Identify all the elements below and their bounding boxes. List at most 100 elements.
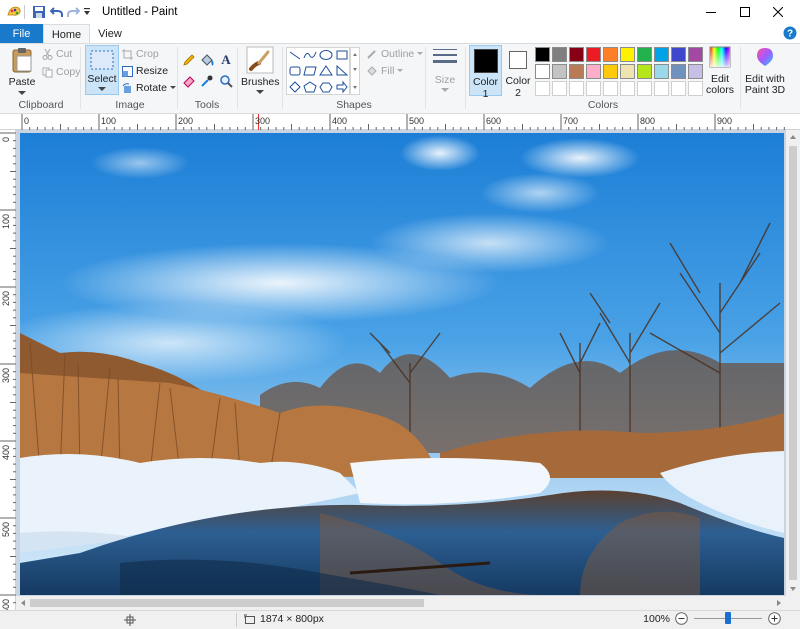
eraser-tool[interactable]	[182, 74, 196, 88]
rotate-icon	[122, 82, 131, 93]
scrollbar-track-icon	[789, 135, 797, 591]
custom-color-slot[interactable]	[654, 81, 669, 96]
zoom-in-button[interactable]	[768, 612, 781, 625]
paste-button[interactable]: Paste	[6, 46, 38, 96]
color-swatch[interactable]	[654, 64, 669, 79]
svg-text:?: ?	[787, 29, 793, 40]
close-button[interactable]	[756, 0, 800, 24]
paint3d-label-2: Paint 3D	[744, 84, 786, 96]
color-swatch[interactable]	[671, 64, 686, 79]
ruler-label: 0	[24, 116, 30, 126]
color-swatch[interactable]	[637, 47, 652, 62]
color-swatch[interactable]	[569, 64, 584, 79]
custom-color-slot[interactable]	[620, 81, 635, 96]
select-button[interactable]: Select	[85, 45, 119, 95]
custom-color-slot[interactable]	[688, 81, 703, 96]
color-swatch[interactable]	[654, 47, 669, 62]
tab-file[interactable]: File	[0, 24, 43, 43]
group-separator	[465, 47, 466, 109]
resize-label: Resize	[136, 65, 169, 77]
color-swatch[interactable]	[586, 64, 601, 79]
zoom-out-button[interactable]	[675, 612, 688, 625]
canvas-image[interactable]	[20, 133, 784, 595]
redo-icon[interactable]	[66, 5, 80, 19]
vertical-scrollbar[interactable]	[786, 130, 800, 596]
custom-color-slot[interactable]	[552, 81, 567, 96]
shapes-scrollbar[interactable]	[350, 47, 360, 95]
text-tool[interactable]: A	[219, 52, 233, 66]
chevron-down-icon	[397, 69, 404, 72]
zoom-slider-thumb[interactable]	[725, 612, 731, 624]
color-swatch[interactable]	[688, 64, 703, 79]
ruler-label: 700	[563, 116, 579, 126]
customize-icon[interactable]	[83, 7, 91, 17]
pencil-tool[interactable]	[182, 53, 196, 67]
color2-label: Color	[505, 75, 531, 87]
ruler-label: 200	[1, 291, 11, 307]
ruler-label: 100	[1, 214, 11, 230]
custom-color-slot[interactable]	[637, 81, 652, 96]
color-swatch[interactable]	[552, 47, 567, 62]
size-button[interactable]: Size	[430, 46, 460, 96]
fill-tool[interactable]	[200, 53, 214, 67]
color-palette	[535, 46, 707, 98]
group-separator	[740, 47, 741, 109]
custom-color-slot[interactable]	[586, 81, 601, 96]
zoom-slider[interactable]	[694, 612, 762, 625]
ruler-label: 500	[1, 522, 11, 538]
ruler-label: 300	[255, 116, 271, 126]
custom-color-slot[interactable]	[603, 81, 618, 96]
custom-color-slot[interactable]	[569, 81, 584, 96]
color-swatch[interactable]	[671, 47, 686, 62]
color-swatch[interactable]	[620, 64, 635, 79]
eyedropper-icon	[201, 75, 213, 87]
color-swatch[interactable]	[552, 64, 567, 79]
chevron-down-icon	[169, 86, 176, 89]
custom-color-slot[interactable]	[535, 81, 550, 96]
copy-button[interactable]: Copy	[42, 66, 81, 78]
ruler-label: 300	[1, 368, 11, 384]
resize-button[interactable]: Resize	[122, 65, 168, 77]
color-swatch[interactable]	[603, 64, 618, 79]
size-label: Size	[434, 74, 456, 86]
shapes-gallery[interactable]	[286, 47, 350, 95]
color-swatch[interactable]	[569, 47, 584, 62]
svg-text:A: A	[221, 52, 231, 66]
help-button[interactable]: ?	[783, 26, 797, 40]
tab-view[interactable]: View	[90, 24, 130, 43]
fill-button[interactable]: Fill	[366, 65, 404, 77]
color2-button[interactable]: Color 2	[504, 45, 532, 99]
color-swatch[interactable]	[688, 47, 703, 62]
color-picker-tool[interactable]	[200, 74, 214, 88]
ruler-label: 400	[332, 116, 348, 126]
magnifier-tool[interactable]	[219, 74, 233, 88]
paint-app-icon[interactable]	[6, 5, 22, 19]
undo-icon[interactable]	[50, 5, 64, 19]
color-swatch[interactable]	[620, 47, 635, 62]
edit-colors-button[interactable]: Edit colors	[706, 46, 734, 96]
group-separator	[80, 47, 81, 109]
copy-icon	[42, 67, 53, 77]
group-separator	[237, 47, 238, 109]
tab-home[interactable]: Home	[43, 24, 90, 44]
cut-button[interactable]: Cut	[42, 48, 72, 60]
custom-color-slot[interactable]	[671, 81, 686, 96]
ruler-label: 400	[1, 445, 11, 461]
color-swatch[interactable]	[535, 47, 550, 62]
horizontal-scrollbar[interactable]	[16, 596, 786, 610]
color-swatch[interactable]	[637, 64, 652, 79]
crop-button[interactable]: Crop	[122, 48, 159, 60]
color-swatch[interactable]	[535, 64, 550, 79]
paint3d-button[interactable]: Edit with Paint 3D	[743, 46, 787, 96]
selection-icon	[90, 50, 114, 70]
rotate-button[interactable]: Rotate	[122, 82, 176, 94]
select-label: Select	[87, 73, 117, 85]
title-separator	[24, 5, 25, 19]
brushes-button[interactable]: Brushes	[241, 46, 280, 96]
color-swatch[interactable]	[603, 47, 618, 62]
color1-button[interactable]: Color 1	[469, 45, 502, 100]
paste-label: Paste	[8, 76, 36, 88]
save-icon[interactable]	[32, 5, 46, 19]
color-swatch[interactable]	[586, 47, 601, 62]
outline-button[interactable]: Outline	[366, 48, 424, 60]
